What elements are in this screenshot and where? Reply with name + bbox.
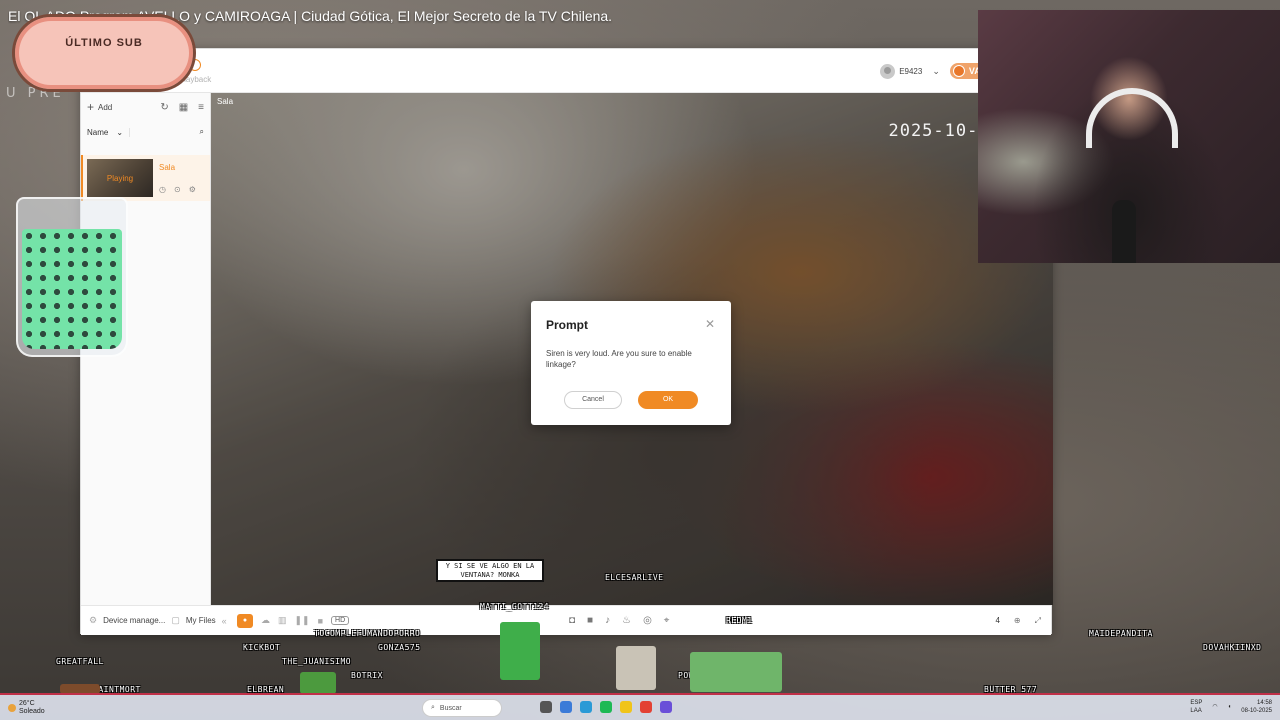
dialog-title: Prompt [546,318,588,332]
camera-list-item[interactable]: Playing Sala ◷ ⊙ ⚙ [81,155,210,201]
device-manage-icon: ⚙ [89,615,98,625]
dialog-message: Siren is very loud. Are you sure to enab… [546,349,692,369]
viewer-name: REDM1 [726,616,753,625]
microphone-icon[interactable]: ♪ [605,615,610,626]
sort-label: Name [87,127,109,137]
search-icon[interactable]: ⌕ [200,127,204,137]
sprite-icon [300,672,336,694]
avatar[interactable] [880,63,896,79]
my-files-link[interactable]: My Files [186,616,216,625]
system-tray: ESP LAA ◠ ◖ 14:58 08-10-2025 [1190,699,1272,715]
taskview-icon[interactable] [540,701,552,713]
sprite-icon [616,646,656,690]
device-manage-link[interactable]: Device manage... [103,616,165,625]
coin-icon [952,65,965,77]
headphones-graphic [1086,88,1178,148]
ok-button[interactable]: OK [638,391,698,409]
sun-icon [8,703,16,712]
location-icon[interactable]: ⌖ [664,615,670,626]
grid-view-icon[interactable]: ▦ [179,102,188,113]
chrome-icon[interactable] [640,701,652,713]
camera-tools: ◷ ⊙ ⚙ [159,185,196,194]
trash-icon[interactable]: ▥ [278,615,287,626]
hd-toggle[interactable]: HD [331,616,350,625]
settings-icon[interactable]: ⚙ [189,185,196,194]
refresh-icon[interactable]: ↻ [160,102,168,113]
folder-icon: ▢ [171,615,180,625]
snapshot-icon[interactable]: ◘ [569,615,575,626]
language-sub: LAA [1190,708,1202,714]
grid-count[interactable]: 4 [995,616,999,625]
fullscreen-icon[interactable]: ⤢ [1035,616,1041,626]
viewer-name: ELCESARLIVE [605,573,664,582]
camera-thumbnail[interactable]: Playing [87,159,153,197]
volume-icon[interactable]: ◖ [1228,703,1232,711]
clock-time[interactable]: 14:58 [1257,700,1272,706]
chevron-down-icon: ⌄ [116,127,124,137]
weather-widget[interactable]: 26°C Soleado [0,700,60,716]
chevron-down-icon[interactable]: ⌄ [932,66,940,77]
cancel-button[interactable]: Cancel [564,391,622,409]
windows-taskbar: 26°C Soleado ⌕ Buscar ESP LAA ◠ ◖ 14:58 … [0,693,1280,720]
history-icon[interactable]: ◷ [159,185,166,194]
close-icon[interactable]: ✕ [703,317,717,331]
sort-select[interactable]: Name ⌄ [87,127,131,137]
weather-desc: Soleado [19,707,45,715]
last-sub-badge: ÚLTIMO SUB [12,14,196,92]
microphone-graphic [1112,200,1136,263]
edge-icon[interactable] [580,701,592,713]
app-bottom-bar: ⚙ Device manage... ▢ My Files « ● ☁ ▥ ❚❚… [81,605,1051,635]
streamer-webcam [978,10,1280,263]
camera-name: Sala [159,163,176,172]
clock-date: 08-10-2025 [1241,708,1272,714]
spotify-icon[interactable] [600,701,612,713]
app-header: Playback E9423 ⌄ VAS ⚙ ▭ [81,49,1051,93]
chat-bubble: Y SI SE VE ALGO EN LA VENTANA? MONKA [436,559,544,582]
viewer-name: GONZA575 [378,643,421,652]
add-device-button[interactable]: Add [98,103,112,112]
cloud-icon[interactable]: ☁ [261,615,270,626]
zoom-icon[interactable]: ⊕ [1014,616,1021,625]
app-icon[interactable] [560,701,572,713]
search-placeholder: Buscar [439,704,462,712]
viewer-name: GREATFALL [56,657,104,666]
thumb-label: Playing [106,173,134,183]
siren-icon[interactable]: ♨ [622,615,631,626]
viewer-name: KICKBOT [243,643,281,652]
taskbar-search[interactable]: ⌕ Buscar [422,699,502,717]
language-code[interactable]: ESP [1190,700,1202,706]
viewer-name: BOTRIX [351,671,383,680]
collapse-icon[interactable]: « [222,616,227,626]
pinned-apps [540,701,672,713]
glass-fill [22,229,122,349]
viewer-name: MAIDEPANDITA [1089,629,1153,638]
sprite-icon [690,652,782,692]
prompt-dialog: Prompt ✕ Siren is very loud. Are you sur… [531,301,731,425]
viewer-name: TOCOMPLEFUMANDOPORRO [314,629,421,638]
sprite-icon [500,622,540,680]
app-icon[interactable] [660,701,672,713]
list-view-icon[interactable]: ≡ [198,102,204,113]
last-sub-label: ÚLTIMO SUB [65,37,143,49]
search-icon: ⌕ [431,704,435,711]
camera-label: Sala [217,97,234,106]
viewer-name: MATTI_GOTT124 [480,602,550,611]
stop-icon[interactable]: ■ [318,616,323,626]
viewer-name: DOVAHKIINXD [1203,643,1262,652]
pause-icon[interactable]: ❚❚ [295,615,310,626]
target-icon[interactable]: ⊙ [174,185,181,194]
add-icon[interactable]: + [87,100,94,114]
weather-temp: 26°C [19,699,35,707]
glass-widget [16,197,128,357]
folder-icon[interactable] [620,701,632,713]
record-video-icon[interactable]: ■ [587,615,593,626]
wifi-icon[interactable]: ◠ [1212,703,1217,711]
sort-row: Name ⌄ ⌕ [81,121,210,143]
sidebar-toolbar: + Add ↻ ▦ ≡ [81,93,210,121]
viewer-name: THE_JUANISIMO [282,657,352,666]
ptz-icon[interactable]: ◎ [643,615,652,626]
account-name[interactable]: E9423 [899,67,922,76]
record-button[interactable]: ● [237,613,253,628]
